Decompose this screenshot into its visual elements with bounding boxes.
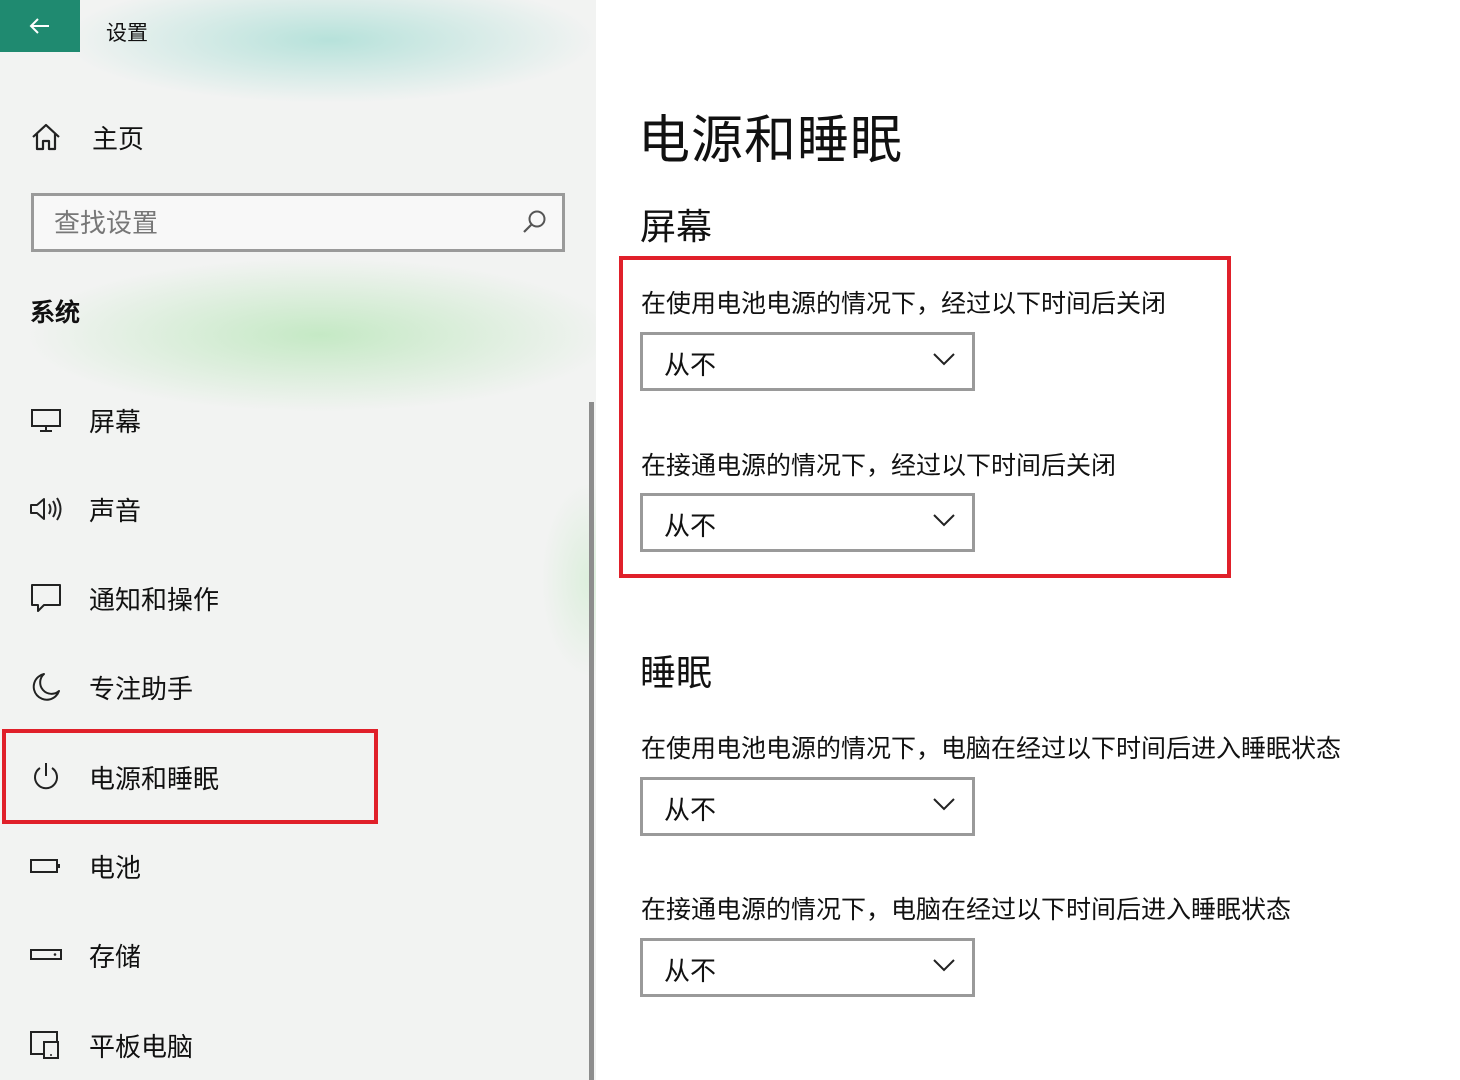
- sidebar-item-label: 声音: [89, 496, 142, 527]
- sleep-plugged-dropdown[interactable]: 从不: [640, 938, 975, 997]
- sidebar-item-focus-assist[interactable]: 专注助手: [0, 647, 580, 727]
- search-icon[interactable]: [522, 209, 548, 235]
- sidebar-item-sound[interactable]: 声音: [0, 469, 580, 549]
- sidebar-item-storage[interactable]: 存储: [0, 915, 580, 995]
- speaker-icon: [28, 491, 64, 527]
- sleep-section-heading: 睡眠: [640, 653, 713, 694]
- back-arrow-icon: [29, 18, 49, 34]
- sidebar: 设置 主页 系统 屏幕 声音 通知和操作: [0, 0, 596, 1080]
- dropdown-value: 从不: [664, 957, 717, 987]
- app-title: 设置: [106, 21, 148, 45]
- sidebar-scrollbar[interactable]: [589, 402, 594, 1080]
- page-title: 电源和睡眠: [638, 111, 904, 171]
- sidebar-item-notifications[interactable]: 通知和操作: [0, 558, 580, 638]
- sidebar-item-label: 平板电脑: [89, 1032, 194, 1063]
- section-label-system: 系统: [30, 298, 81, 327]
- chevron-down-icon: [933, 798, 955, 811]
- home-icon: [32, 123, 60, 151]
- screen-settings-highlight-box: [619, 256, 1231, 578]
- selected-item-highlight-box: [2, 729, 378, 824]
- back-button[interactable]: [0, 0, 80, 52]
- sleep-plugged-label: 在接通电源的情况下，电脑在经过以下时间后进入睡眠状态: [641, 895, 1292, 924]
- nav-home[interactable]: 主页: [30, 112, 430, 162]
- notification-icon: [28, 580, 64, 616]
- sidebar-item-label: 屏幕: [89, 407, 142, 438]
- search-input[interactable]: [52, 204, 516, 244]
- sidebar-item-label: 存储: [89, 942, 142, 973]
- sleep-battery-label: 在使用电池电源的情况下，电脑在经过以下时间后进入睡眠状态: [641, 734, 1342, 763]
- storage-icon: [28, 937, 64, 973]
- dropdown-value: 从不: [664, 796, 717, 826]
- moon-icon: [28, 669, 64, 705]
- sidebar-item-label: 专注助手: [89, 674, 194, 705]
- chevron-down-icon: [933, 959, 955, 972]
- sidebar-item-tablet[interactable]: 平板电脑: [0, 1005, 580, 1080]
- home-label: 主页: [92, 124, 145, 155]
- tablet-icon: [28, 1027, 64, 1063]
- sidebar-item-label: 通知和操作: [89, 585, 220, 616]
- sidebar-item-label: 电池: [89, 853, 142, 884]
- sidebar-item-display[interactable]: 屏幕: [0, 380, 580, 460]
- battery-icon: [28, 848, 64, 884]
- screen-section-heading: 屏幕: [640, 207, 713, 248]
- sidebar-item-battery[interactable]: 电池: [0, 826, 580, 906]
- search-box[interactable]: [31, 193, 565, 252]
- monitor-icon: [28, 402, 64, 438]
- sleep-battery-dropdown[interactable]: 从不: [640, 777, 975, 836]
